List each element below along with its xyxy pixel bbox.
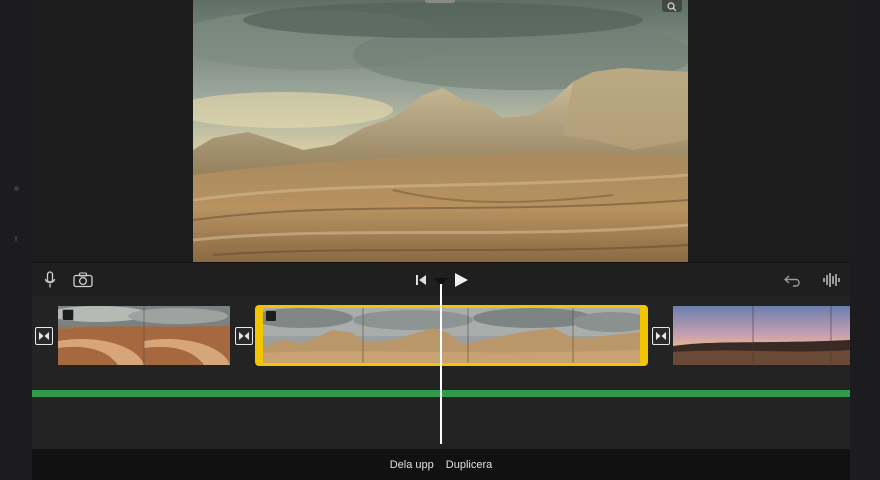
microphone-button[interactable] <box>40 269 60 291</box>
viewer-area <box>32 0 850 262</box>
video-preview[interactable] <box>193 0 688 262</box>
undo-button[interactable] <box>782 269 804 291</box>
magnifier-icon <box>667 1 677 11</box>
bezel-dot <box>14 186 19 191</box>
bezel-tick <box>15 236 17 241</box>
video-editor-app: Dela upp Duplicera <box>32 0 850 480</box>
clip-thumbnail <box>263 308 640 363</box>
transition-icon <box>239 332 249 340</box>
split-button[interactable]: Dela upp <box>390 459 434 471</box>
duplicate-button[interactable]: Duplicera <box>446 459 492 471</box>
device-bezel-right <box>850 0 880 480</box>
viewer-handle[interactable] <box>425 0 455 3</box>
clip-type-badge <box>62 309 74 321</box>
video-clip[interactable] <box>58 306 230 365</box>
selected-video-clip[interactable] <box>255 305 648 366</box>
camera-icon <box>73 272 93 288</box>
undo-icon <box>784 275 800 287</box>
skip-to-start-icon <box>416 275 426 285</box>
clip-thumbnail <box>673 306 850 365</box>
microphone-icon <box>44 271 56 288</box>
clip-thumbnail <box>58 306 230 365</box>
preview-frame-image <box>193 0 688 262</box>
playhead[interactable] <box>440 284 442 444</box>
transition-button[interactable] <box>652 327 670 345</box>
audio-waveform-button[interactable] <box>820 269 842 291</box>
clip-type-badge <box>265 310 277 322</box>
zoom-button[interactable] <box>662 0 682 12</box>
transition-button[interactable] <box>35 327 53 345</box>
device-bezel-left <box>0 0 32 480</box>
audio-waveform-icon <box>823 273 840 287</box>
transition-icon <box>656 332 666 340</box>
video-clip[interactable] <box>673 306 850 365</box>
camera-button[interactable] <box>72 269 94 291</box>
skip-to-start-button[interactable] <box>412 270 430 290</box>
play-button[interactable] <box>450 269 472 291</box>
transition-button[interactable] <box>235 327 253 345</box>
clip-action-bar: Dela upp Duplicera <box>32 449 850 480</box>
play-icon <box>455 273 468 287</box>
transition-icon <box>39 332 49 340</box>
